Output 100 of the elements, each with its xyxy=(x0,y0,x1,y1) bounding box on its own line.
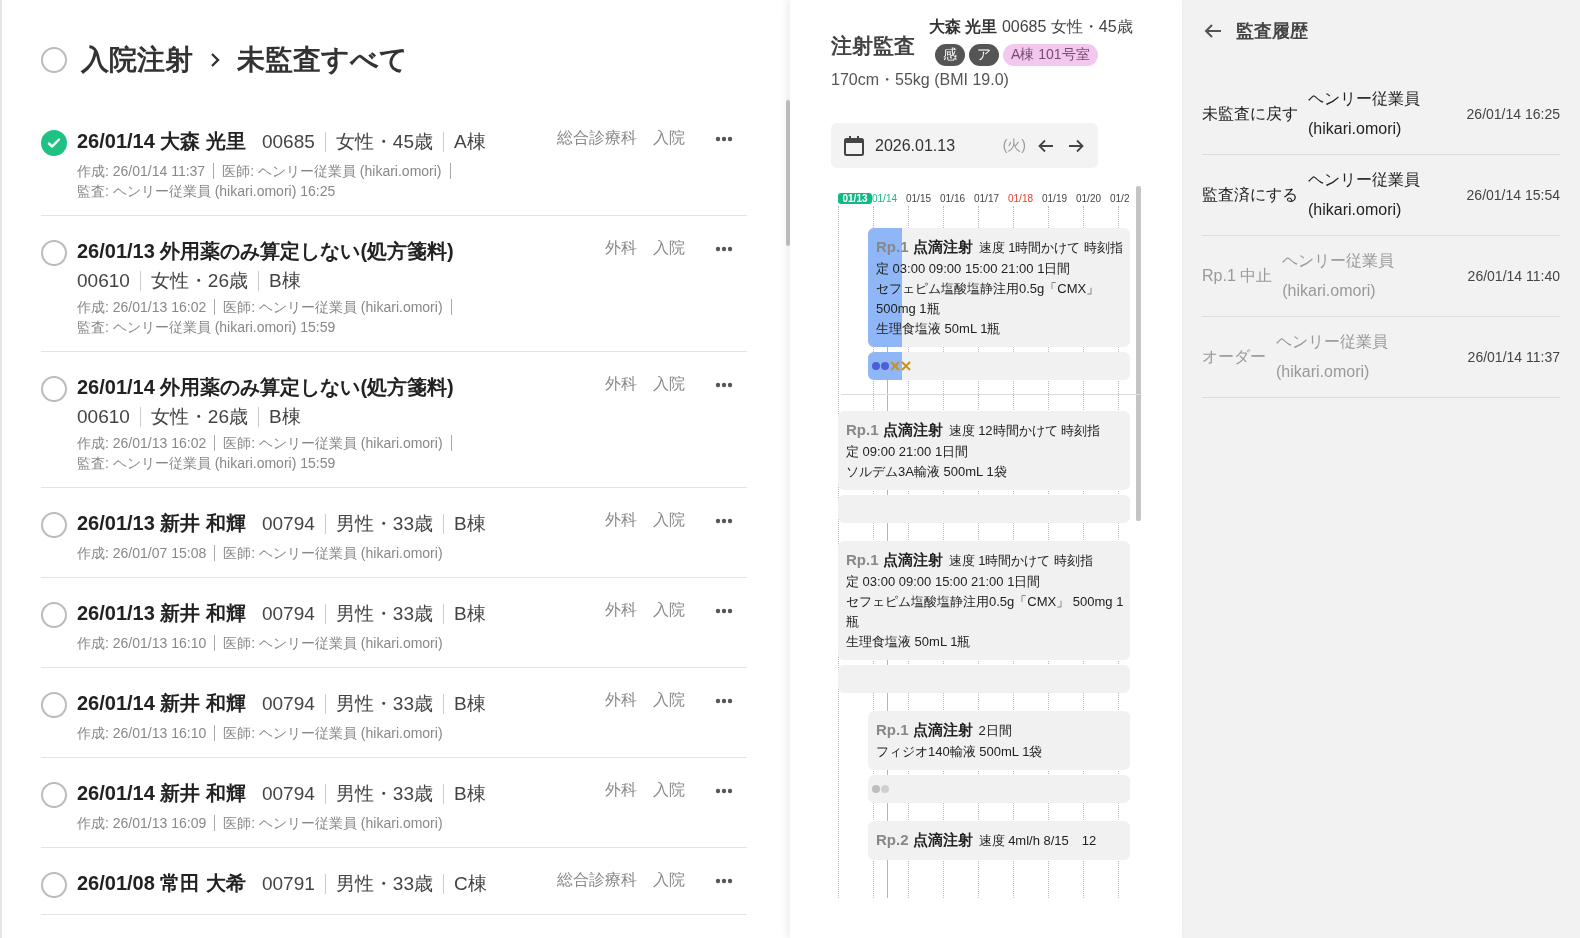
patient-info: 男性・33歳 xyxy=(324,694,443,714)
admission-label: 入院 xyxy=(653,600,685,620)
order-meta: 監査: ヘンリー従業員 (hikari.omori) 15:59 xyxy=(77,319,337,335)
checkbox[interactable] xyxy=(41,782,67,808)
drug-line: 生理食塩液 50mL 1瓶 xyxy=(876,320,1002,338)
date-column-header[interactable]: 01/15 xyxy=(906,192,940,204)
more-icon xyxy=(715,245,733,252)
checkbox[interactable] xyxy=(41,512,67,538)
history-time: 26/01/14 11:37 xyxy=(1467,349,1560,365)
order-meta: 監査: ヘンリー従業員 (hikari.omori) 16:25 xyxy=(77,183,337,199)
order-title[interactable]: 26/01/14 新井 和輝 xyxy=(77,690,246,717)
admission-label: 入院 xyxy=(653,690,685,710)
date-column-header[interactable]: 01/19 xyxy=(1042,192,1076,204)
drug-line: セフェピム塩酸塩静注用0.5g「CMX」 500mg 1瓶 xyxy=(876,280,1101,318)
patient-info: B棟 xyxy=(442,604,496,624)
order-meta: 作成: 26/01/13 16:09 xyxy=(77,815,216,831)
checkbox[interactable] xyxy=(41,872,67,898)
checkbox[interactable] xyxy=(41,240,67,266)
rp-number: Rp.1 xyxy=(846,421,879,438)
drug-line: ソルデム3A輸液 500mL 1袋 xyxy=(846,463,1008,481)
chevron-right-icon xyxy=(209,52,221,68)
patient-info: 女性・45歳 xyxy=(324,132,443,152)
patient-info: 男性・33歳 xyxy=(324,604,443,624)
date-value: 2026.01.13 xyxy=(875,136,957,155)
order-card[interactable]: Rp.1 点滴注射 速度 1時間かけて 時刻指 定 03:00 09:00 15:00 21:00 1日間 セフェピム塩酸塩静注用0.5g「CMX」 500mg 1瓶 生理食塩液 50mL 1瓶 xyxy=(838,541,1130,660)
patient-info: A棟 xyxy=(442,132,496,152)
checkbox[interactable] xyxy=(41,130,67,156)
order-meta: 作成: 26/01/13 16:02 xyxy=(77,435,216,451)
patient-info: C棟 xyxy=(442,874,497,894)
order-meta: 医師: ヘンリー従業員 (hikari.omori) xyxy=(223,545,444,561)
breadcrumb-item: 未監査すべて xyxy=(237,43,408,77)
department-label: 外科 xyxy=(605,600,637,620)
patient-info: B棟 xyxy=(442,784,496,804)
calendar-icon xyxy=(843,134,865,157)
order-title[interactable]: 26/01/13 新井 和輝 xyxy=(77,600,246,627)
order-title[interactable]: 26/01/13 新井 和輝 xyxy=(77,510,246,537)
order-title[interactable]: 26/01/13 外用薬のみ算定しない(処方箋料) xyxy=(77,238,454,265)
history-action: 監査済にする xyxy=(1202,184,1298,205)
order-title[interactable]: 26/01/14 外用薬のみ算定しない(処方箋料) xyxy=(77,374,454,401)
patient-info: B棟 xyxy=(258,407,311,427)
admission-label: 入院 xyxy=(653,238,685,258)
date-column-header[interactable]: 01/16 xyxy=(940,192,974,204)
patient-info: 00794 xyxy=(261,604,316,624)
order-title[interactable]: 26/01/14 新井 和輝 xyxy=(77,780,246,807)
patient-info: 男性・33歳 xyxy=(324,874,443,894)
order-detail: 速度 1時間かけて 時刻指 xyxy=(948,553,1093,568)
scrollbar[interactable] xyxy=(786,100,790,246)
patient-info: 女性・26歳 xyxy=(139,271,258,291)
order-title[interactable]: 26/01/08 常田 大希 xyxy=(77,870,246,897)
history-user: ヘンリー従業員 (hikari.omori) xyxy=(1282,251,1396,301)
department-label: 外科 xyxy=(605,780,637,800)
patient-info: 女性・26歳 xyxy=(139,407,258,427)
rp-number: Rp.1 xyxy=(876,721,909,738)
order-card[interactable]: Rp.2 点滴注射 速度 4ml/h 8/15 12 xyxy=(868,821,1130,860)
department-label: 総合診療科 xyxy=(557,128,637,148)
date-picker[interactable]: 2026.01.13 (火) xyxy=(831,123,1098,168)
order-meta: 作成: 26/01/13 16:10 xyxy=(77,635,216,651)
history-action: Rp.1 中止 xyxy=(1202,265,1273,286)
order-detail: 速度 12時間かけて 時刻指 xyxy=(948,423,1101,438)
date-column-header[interactable]: 01/20 xyxy=(1076,192,1110,204)
order-meta: 医師: ヘンリー従業員 (hikari.omori) xyxy=(222,163,451,179)
checkbox[interactable] xyxy=(41,692,67,718)
panel-title: 監査履歴 xyxy=(1236,20,1308,43)
patient-info: 男性・33歳 xyxy=(324,514,443,534)
drug-line: 生理食塩液 50mL 1瓶 xyxy=(846,633,972,651)
admission-label: 入院 xyxy=(653,510,685,530)
checkbox[interactable] xyxy=(41,602,67,628)
history-user: ヘンリー従業員 (hikari.omori) xyxy=(1276,332,1389,382)
department-label: 外科 xyxy=(605,238,637,258)
order-title[interactable]: 26/01/14 大森 光里 xyxy=(77,128,246,155)
date-column-header[interactable]: 01/2 xyxy=(1110,192,1141,204)
order-meta: 医師: ヘンリー従業員 (hikari.omori) xyxy=(223,435,452,451)
order-name: 点滴注射 xyxy=(882,421,943,438)
order-card[interactable]: Rp.1 点滴注射 速度 12時間かけて 時刻指 定 09:00 21:00 1日間 ソルデム3A輸液 500mL 1袋 xyxy=(838,411,1130,490)
date-column-header[interactable]: 01/17 xyxy=(974,192,1008,204)
order-schedule: 定 03:00 09:00 15:00 21:00 1日間 xyxy=(876,260,1072,278)
order-schedule: 定 03:00 09:00 15:00 21:00 1日間 xyxy=(846,573,1042,591)
patient-info: 00685 xyxy=(261,132,316,152)
checkbox[interactable] xyxy=(41,47,67,73)
patient-info: 00791 xyxy=(261,874,316,894)
order-card[interactable]: Rp.1 点滴注射 2日間 フィジオ140輸液 500mL 1袋 xyxy=(868,711,1130,770)
patient-info: 00794 xyxy=(261,784,316,804)
order-meta: 医師: ヘンリー従業員 (hikari.omori) xyxy=(223,635,444,651)
order-name: 点滴注射 xyxy=(882,551,943,568)
patient-info: 00794 xyxy=(261,514,316,534)
order-meta: 作成: 26/01/07 15:08 xyxy=(77,545,216,561)
scrollbar[interactable] xyxy=(1136,186,1141,521)
more-icon xyxy=(715,787,733,794)
date-column-header[interactable]: 01/18 xyxy=(1008,192,1042,204)
breadcrumb-item[interactable]: 入院注射 xyxy=(81,41,193,79)
order-detail: 速度 1時間かけて 時刻指 xyxy=(978,240,1123,255)
order-detail: 2日間 xyxy=(978,723,1012,738)
panel-title: 注射監査 xyxy=(831,33,915,59)
body-measurements: 170cm・55kg (BMI 19.0) xyxy=(831,70,1010,90)
history-user: ヘンリー従業員 (hikari.omori) xyxy=(1308,170,1421,220)
patient-info: 00610 xyxy=(77,407,131,427)
more-icon xyxy=(715,517,733,524)
patient-tag: A棟 101号室 xyxy=(1003,44,1098,66)
checkbox[interactable] xyxy=(41,376,67,402)
patient-tag: ア xyxy=(969,44,999,66)
